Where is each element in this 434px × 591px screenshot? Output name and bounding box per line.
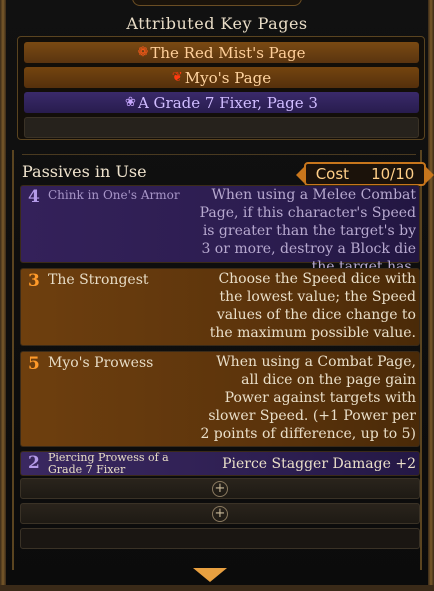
fixer-emblem-icon: ❀ (125, 95, 136, 110)
passive-empty-slot[interactable] (20, 528, 420, 549)
passive-cost: 4 (28, 187, 40, 207)
key-page-red-mist[interactable]: ❁ The Red Mist's Page (24, 42, 419, 63)
passive-chink-in-armor[interactable]: 4 Chink in One's Armor When using a Mele… (20, 185, 420, 275)
passive-description: Choose the Speed dice with the lowest va… (209, 271, 416, 341)
bottom-bar (0, 585, 434, 591)
passive-name: Chink in One's Armor (48, 188, 180, 202)
passive-empty-slot[interactable]: + (20, 478, 420, 499)
key-page-empty-slot[interactable] (24, 117, 419, 138)
side-rail-left (12, 150, 14, 570)
scroll-down-arrow-icon[interactable] (193, 568, 227, 582)
key-page-label: The Red Mist's Page (150, 43, 306, 62)
panel-frame: Attributed Key Pages ❁ The Red Mist's Pa… (0, 0, 434, 591)
section-divider (22, 154, 416, 155)
top-tab (132, 0, 302, 6)
passives-title: Passives in Use (22, 162, 147, 181)
passive-description: When using a Melee Combat Page, if this … (199, 187, 416, 275)
key-page-fixer[interactable]: ❀ A Grade 7 Fixer, Page 3 (24, 92, 419, 113)
passive-piercing-prowess[interactable]: 2 Piercing Prowess of a Grade 7 Fixer Pi… (20, 451, 420, 476)
key-page-myo[interactable]: ❦ Myo's Page (24, 67, 419, 88)
passive-myos-prowess[interactable]: 5 Myo's Prowess When using a Combat Page… (20, 351, 420, 447)
red-mist-emblem-icon: ❁ (137, 45, 149, 60)
key-page-label: Myo's Page (184, 68, 272, 87)
attributed-title: Attributed Key Pages (126, 14, 308, 33)
cost-badge: Cost 10/10 (296, 162, 434, 186)
passive-cost: 2 (28, 453, 40, 473)
add-passive-icon[interactable]: + (212, 481, 228, 497)
frame-edge-left (0, 0, 6, 591)
add-passive-icon[interactable]: + (212, 506, 228, 522)
passive-description: When using a Combat Page, all dice on th… (200, 354, 416, 442)
passive-the-strongest[interactable]: 3 The Strongest Choose the Speed dice wi… (20, 268, 420, 346)
passive-name: The Strongest (48, 272, 149, 288)
passive-empty-slot[interactable]: + (20, 503, 420, 524)
key-page-label: A Grade 7 Fixer, Page 3 (137, 93, 318, 112)
badge-right-arrow-icon (426, 167, 434, 183)
cost-label: Cost (315, 165, 350, 183)
side-rail-right (420, 150, 422, 570)
passive-name: Myo's Prowess (48, 355, 154, 371)
passive-description: Pierce Stagger Damage +2 (222, 456, 416, 472)
passive-cost: 5 (28, 354, 40, 374)
key-pages-panel: ❁ The Red Mist's Page ❦ Myo's Page ❀ A G… (17, 36, 425, 140)
badge-left-arrow-icon (296, 167, 304, 183)
myo-emblem-icon: ❦ (171, 70, 183, 85)
passive-cost: 3 (28, 271, 40, 291)
cost-value: 10/10 (371, 165, 415, 183)
passive-name: Piercing Prowess of a Grade 7 Fixer (48, 451, 169, 476)
frame-edge-right (428, 0, 434, 591)
